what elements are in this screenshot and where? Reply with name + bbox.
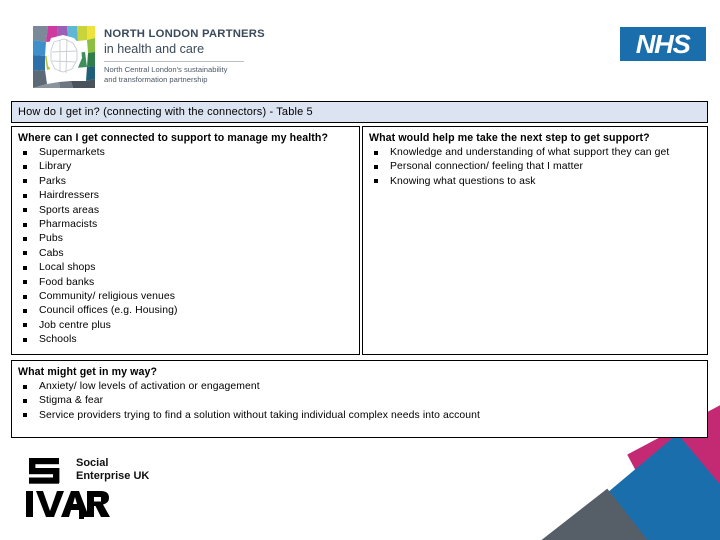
list-item-label: Knowing what questions to ask — [390, 175, 536, 187]
list-item: Knowing what questions to ask — [369, 175, 701, 189]
list-item-label: Community/ religious venues — [39, 291, 176, 303]
north-london-partners-logo: NORTH LONDON PARTNERS in health and care… — [33, 26, 265, 92]
se-uk-line1: Social — [76, 457, 109, 469]
list-item-label: Food banks — [39, 276, 95, 288]
list-item-label: Anxiety/ low levels of activation or eng… — [39, 381, 260, 392]
list-item: Library — [18, 160, 353, 174]
list-item-label: Schools — [39, 334, 77, 346]
list-item: Local shops — [18, 261, 353, 275]
list-item-label: Parks — [39, 175, 67, 187]
list-item: Personal connection/ feeling that I matt… — [369, 160, 701, 174]
list-item: Supermarkets — [18, 146, 353, 160]
list-item: Job centre plus — [18, 319, 353, 333]
cell-heading: What would help me take the next step to… — [369, 132, 650, 144]
partner-logo-line1: NORTH LONDON PARTNERS — [104, 28, 265, 40]
bullet-square-icon — [23, 164, 27, 169]
list-item-label: Supermarkets — [39, 147, 105, 158]
list-item-label: Service providers trying to find a solut… — [39, 409, 481, 421]
table-cell-what-might-get-in-my-way: What might get in my way? Anxiety/ low l… — [11, 360, 708, 438]
bullet-square-icon — [23, 251, 27, 256]
ivar-wordmark-icon — [26, 491, 110, 519]
list-item-label: Stigma & fear — [39, 395, 104, 407]
list-item-label: Job centre plus — [39, 319, 111, 331]
bullet-square-icon — [23, 323, 27, 328]
list-item: Council offices (e.g. Housing) — [18, 304, 353, 318]
se-uk-line2: Enterprise UK — [76, 469, 150, 482]
bullet-list-left: Supermarkets Library Parks Hairdressers … — [18, 146, 353, 348]
list-item-label: Personal connection/ feeling that I matt… — [390, 161, 584, 173]
list-item-label: Hairdressers — [39, 190, 100, 202]
bullet-square-icon — [23, 308, 27, 313]
list-item: Community/ religious venues — [18, 290, 353, 304]
grey-square — [531, 488, 667, 540]
bullet-square-icon — [23, 294, 27, 299]
cell-heading: Where can I get connected to support to … — [18, 132, 329, 144]
list-item-label: Local shops — [39, 262, 96, 274]
list-item-label: Library — [39, 161, 72, 173]
bullet-square-icon — [23, 150, 27, 155]
bullet-square-icon — [23, 398, 27, 403]
partner-logo-line2: in health and care — [104, 42, 205, 56]
partner-logo-line4: and transformation partnership — [104, 74, 208, 84]
list-item-label: Pubs — [39, 233, 64, 245]
bullet-list-bottom: Anxiety/ low levels of activation or eng… — [18, 380, 701, 423]
bullet-square-icon — [23, 265, 27, 270]
list-item-label: Council offices (e.g. Housing) — [39, 305, 178, 317]
blue-square — [571, 433, 720, 540]
bullet-square-icon — [23, 413, 27, 418]
list-item: Parks — [18, 175, 353, 189]
bullet-square-icon — [374, 179, 378, 184]
list-item: Sports areas — [18, 204, 353, 218]
bullet-square-icon — [374, 150, 378, 155]
bullet-square-icon — [23, 179, 27, 184]
list-item-label: Sports areas — [39, 204, 100, 216]
bullet-list-right: Knowledge and understanding of what supp… — [369, 146, 701, 189]
list-item: Schools — [18, 333, 353, 347]
nhs-logo: NHS — [620, 27, 706, 61]
partner-logo-divider — [104, 61, 244, 62]
bullet-square-icon — [23, 236, 27, 241]
list-item: Service providers trying to find a solut… — [18, 409, 701, 423]
bullet-square-icon — [374, 164, 378, 169]
table-cell-where-can-i-get-connected: Where can I get connected to support to … — [11, 126, 360, 355]
list-item-label: Pharmacists — [39, 219, 98, 231]
slide-title-bar: How do I get in? (connecting with the co… — [11, 101, 708, 123]
list-item-label: Cabs — [39, 247, 64, 259]
bullet-square-icon — [23, 337, 27, 342]
cell-heading: What might get in my way? — [18, 366, 158, 378]
list-item: Pharmacists — [18, 218, 353, 232]
bullet-square-icon — [23, 208, 27, 213]
nhs-logo-text: NHS — [636, 29, 691, 59]
list-item-label: Knowledge and understanding of what supp… — [390, 147, 670, 158]
partner-logo-line3: North Central London's sustainability — [104, 65, 228, 74]
list-item: Hairdressers — [18, 189, 353, 203]
list-item: Cabs — [18, 247, 353, 261]
list-item: Anxiety/ low levels of activation or eng… — [18, 380, 701, 394]
list-item: Pubs — [18, 232, 353, 246]
list-item: Food banks — [18, 276, 353, 290]
bullet-square-icon — [23, 280, 27, 285]
bullet-square-icon — [23, 384, 27, 389]
table-cell-what-would-help-me: What would help me take the next step to… — [362, 126, 708, 355]
social-enterprise-uk-logo: Social Enterprise UK — [28, 456, 160, 486]
list-item: Knowledge and understanding of what supp… — [369, 146, 701, 160]
north-london-partners-mosaic-icon — [33, 26, 95, 88]
bullet-square-icon — [23, 193, 27, 198]
social-enterprise-uk-s-mark-icon — [29, 458, 60, 484]
social-enterprise-uk-wordmark: Social Enterprise UK — [76, 457, 149, 482]
bullet-square-icon — [23, 222, 27, 227]
page-title: How do I get in? (connecting with the co… — [18, 106, 313, 118]
ivar-logo — [24, 489, 110, 519]
list-item: Stigma & fear — [18, 394, 701, 408]
